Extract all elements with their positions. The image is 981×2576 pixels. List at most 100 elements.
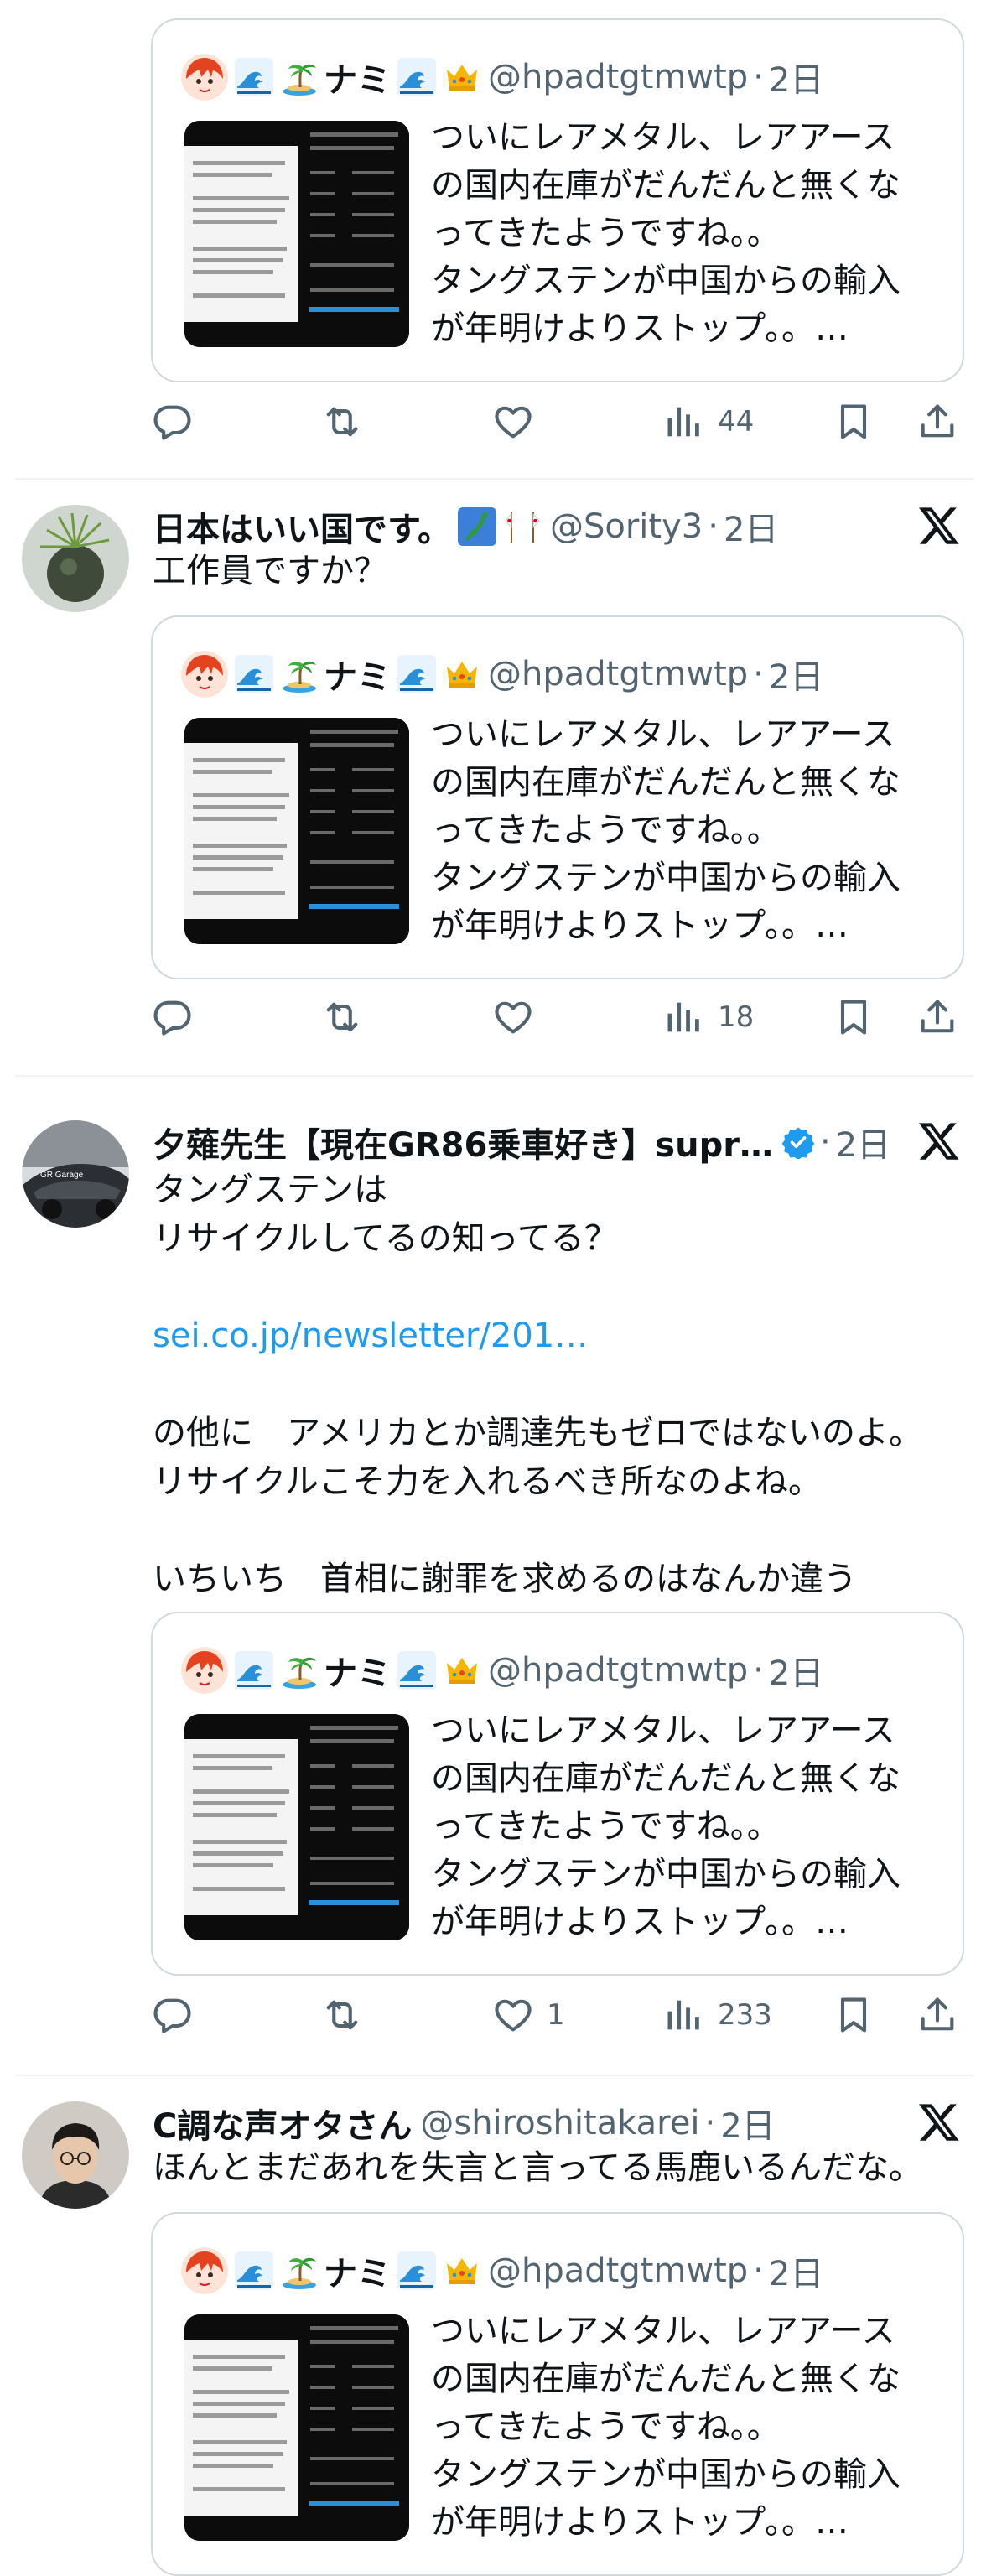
reply-button[interactable] [151, 392, 195, 451]
separator-dot: · [819, 1123, 831, 1161]
quoted-timestamp[interactable]: 2日 [769, 53, 823, 101]
quoted-media-thumbnail[interactable] [184, 1714, 409, 1940]
tweet-text-continued: の他に アメリカとか調達先もゼロではないのよ。 リサイクルこそ力を入れるべき所な… [153, 1414, 922, 1598]
display-name[interactable]: 夕薙先生【現在GR86乗車好き】supr… [153, 1118, 773, 1166]
quoted-handle[interactable]: @hpadtgtmwtp [488, 58, 748, 96]
tweet-header: C調な声オタさん @shiroshitakarei · 2日 [153, 2098, 776, 2148]
quoted-media-thumbnail[interactable] [184, 718, 409, 944]
quoted-tweet-text: ついにレアメタル、レアアース の国内在庫がだんだんと無くな ってきたようですね。… [431, 1711, 901, 1941]
retweet-button[interactable] [320, 988, 364, 1046]
like-button[interactable] [491, 392, 547, 451]
avatar[interactable] [22, 2101, 129, 2209]
view-count: 18 [718, 1000, 755, 1034]
bookmark-icon [832, 1993, 875, 2037]
handle[interactable]: @shiroshitakarei [420, 2104, 699, 2142]
quoted-display-name[interactable]: ナミ [324, 2246, 391, 2295]
views-button[interactable]: 18 [662, 988, 754, 1046]
wave-emoji-icon [397, 2251, 436, 2290]
crown-emoji-icon [443, 655, 481, 693]
display-name[interactable]: C調な声オタさん [153, 2099, 412, 2148]
x-logo-icon [917, 1119, 961, 1162]
quoted-tweet-header: ナミ @hpadtgtmwtp · 2日 [181, 52, 823, 102]
reply-button[interactable] [151, 1986, 195, 2044]
display-name[interactable]: 日本はいい国です。 [153, 502, 451, 551]
like-button[interactable] [491, 988, 547, 1046]
quoted-display-name[interactable]: ナミ [324, 650, 391, 699]
views-button[interactable]: 233 [662, 1986, 772, 2044]
like-button[interactable]: 1 [491, 1986, 565, 2044]
quoted-handle[interactable]: @hpadtgtmwtp [488, 2251, 748, 2290]
wave-emoji-icon [235, 2251, 273, 2290]
reply-button[interactable] [151, 988, 195, 1046]
quoted-tweet-card[interactable]: ナミ @hpadtgtmwtp · 2日 ついにレアメタル、レアアース の国内在… [151, 1612, 964, 1976]
bookmark-button[interactable] [832, 1986, 875, 2044]
bookmark-button[interactable] [832, 392, 875, 451]
crown-emoji-icon [443, 1651, 481, 1690]
quoted-tweet-header: ナミ @hpadtgtmwtp · 2日 [181, 2246, 823, 2296]
quoted-avatar[interactable] [181, 2247, 228, 2294]
verified-badge-icon [781, 1125, 815, 1159]
svg-text:GR Garage: GR Garage [40, 1171, 84, 1180]
quoted-tweet-card[interactable]: ナミ @hpadtgtmwtp · 2日 ついにレアメタル、レアアース の国内在… [151, 2212, 964, 2576]
quoted-tweet-header: ナミ @hpadtgtmwtp · 2日 [181, 1645, 823, 1696]
view-count: 44 [718, 405, 755, 439]
quoted-display-name[interactable]: ナミ [324, 53, 391, 101]
tweet-divider [15, 478, 974, 480]
handle[interactable]: @Sority3 [550, 507, 703, 546]
quoted-handle[interactable]: @hpadtgtmwtp [488, 1651, 748, 1690]
retweet-button[interactable] [320, 1986, 364, 2044]
views-button[interactable]: 44 [662, 392, 754, 451]
avatar[interactable] [22, 505, 129, 612]
bookmark-icon [832, 995, 875, 1039]
tweet-header: 夕薙先生【現在GR86乗車好き】supr… · 2日 [153, 1117, 890, 1167]
views-icon [662, 400, 706, 444]
bookmark-button[interactable] [832, 988, 875, 1046]
wave-emoji-icon [397, 1651, 436, 1690]
tweet-divider [15, 1075, 974, 1077]
crossed-flags-emoji-icon [503, 507, 542, 546]
quoted-tweet-card[interactable]: ナミ @hpadtgtmwtp · 2日 ついにレアメタル、レアアース の国内在… [151, 18, 964, 382]
separator-dot: · [753, 655, 764, 693]
quoted-timestamp[interactable]: 2日 [769, 2246, 823, 2295]
share-button[interactable] [916, 988, 959, 1046]
tweet-link[interactable]: sei.co.jp/newsletter/201… [153, 1311, 958, 1360]
quoted-timestamp[interactable]: 2日 [769, 650, 823, 699]
like-icon [491, 995, 535, 1039]
share-button[interactable] [916, 1986, 959, 2044]
separator-dot: · [708, 507, 719, 546]
timestamp[interactable]: 2日 [836, 1118, 890, 1166]
quoted-avatar[interactable] [181, 651, 228, 698]
desert-island-emoji-icon [280, 1651, 319, 1690]
tweet-text: タングステンは リサイクルしてるの知ってる？ [153, 1171, 618, 1258]
quoted-media-thumbnail[interactable] [184, 121, 409, 347]
wave-emoji-icon [397, 58, 436, 96]
quoted-avatar[interactable] [181, 1647, 228, 1694]
timestamp[interactable]: 2日 [724, 502, 778, 551]
x-logo-icon [917, 503, 961, 547]
quoted-timestamp[interactable]: 2日 [769, 1646, 823, 1695]
quoted-media-thumbnail[interactable] [184, 2314, 409, 2541]
wave-emoji-icon [235, 655, 273, 693]
wave-emoji-icon [397, 655, 436, 693]
tweet-action-bar: 1 233 [0, 1986, 981, 2044]
retweet-icon [320, 1993, 364, 2037]
avatar[interactable]: GR Garage [22, 1120, 129, 1228]
quoted-handle[interactable]: @hpadtgtmwtp [488, 655, 748, 693]
quoted-avatar[interactable] [181, 54, 228, 101]
retweet-button[interactable] [320, 392, 364, 451]
separator-dot: · [753, 2251, 764, 2290]
share-icon [916, 400, 959, 444]
share-button[interactable] [916, 392, 959, 451]
quoted-tweet-card[interactable]: ナミ @hpadtgtmwtp · 2日 ついにレアメタル、レアアース の国内在… [151, 615, 964, 979]
desert-island-emoji-icon [280, 655, 319, 693]
desert-island-emoji-icon [280, 58, 319, 96]
quoted-tweet-text: ついにレアメタル、レアアース の国内在庫がだんだんと無くな ってきたようですね。… [431, 118, 901, 348]
like-icon [491, 400, 535, 444]
separator-dot: · [704, 2104, 716, 2142]
views-icon [662, 995, 706, 1039]
timestamp[interactable]: 2日 [720, 2099, 775, 2148]
share-icon [916, 995, 959, 1039]
separator-dot: · [753, 58, 764, 96]
quoted-display-name[interactable]: ナミ [324, 1646, 391, 1695]
desert-island-emoji-icon [280, 2251, 319, 2290]
